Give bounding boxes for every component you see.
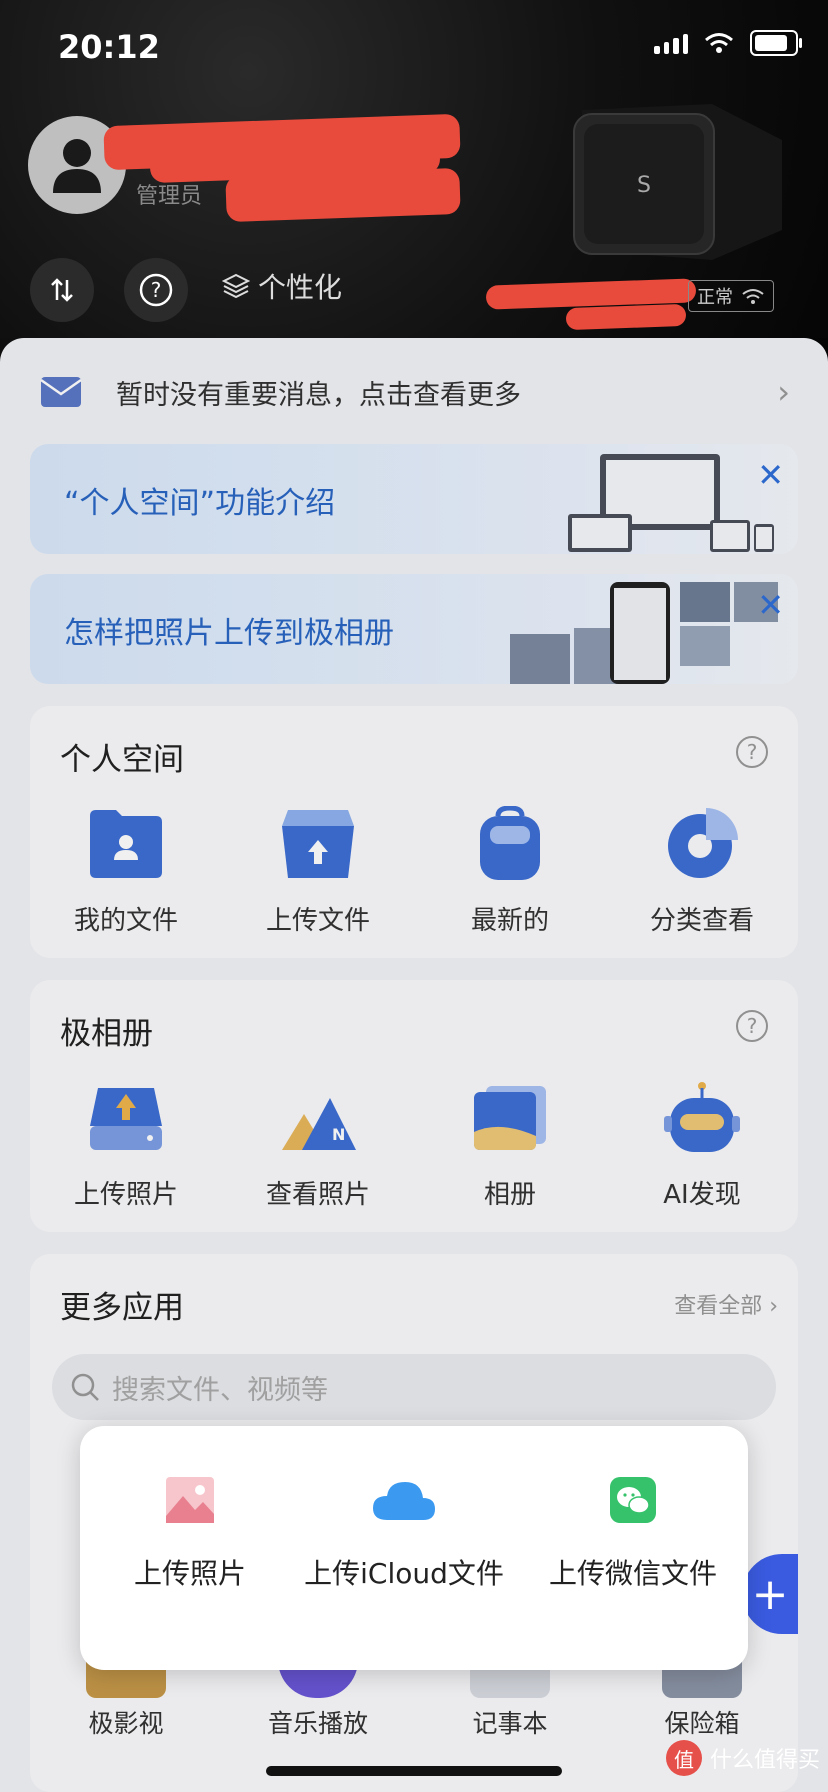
option-label: 上传微信文件 bbox=[548, 1557, 717, 1590]
upload-popup: 上传照片 上传iCloud文件 上传微信文件 bbox=[80, 1426, 748, 1670]
icloud-icon bbox=[373, 1482, 435, 1520]
personalize-label: 个性化 bbox=[258, 271, 343, 304]
watermark-logo: 值 bbox=[665, 1740, 702, 1776]
status-icons bbox=[654, 30, 802, 56]
upload-wechat-option[interactable]: 上传微信文件 bbox=[548, 1476, 718, 1592]
home-indicator bbox=[266, 1766, 562, 1776]
redacted-account bbox=[225, 167, 461, 223]
status-time: 20:12 bbox=[58, 28, 160, 66]
wifi-icon bbox=[705, 33, 733, 53]
signal-icon bbox=[654, 32, 688, 54]
watermark-text: 什么值得买 bbox=[709, 1748, 820, 1773]
help-button[interactable]: ? bbox=[124, 258, 188, 322]
photo-icon bbox=[166, 1477, 214, 1523]
device-status-badge: 正常 bbox=[688, 280, 774, 312]
layers-icon bbox=[222, 273, 250, 299]
personalize-button[interactable]: 个性化 bbox=[222, 266, 342, 306]
option-label: 上传iCloud文件 bbox=[304, 1557, 504, 1590]
watermark: 值 什么值得买 bbox=[665, 1740, 820, 1776]
redacted-device-name bbox=[565, 303, 687, 331]
option-label: 上传照片 bbox=[133, 1557, 246, 1590]
transfer-button[interactable] bbox=[30, 258, 94, 322]
battery-icon bbox=[750, 30, 802, 56]
user-icon bbox=[53, 139, 101, 193]
upload-photo-option[interactable]: 上传照片 bbox=[110, 1476, 270, 1592]
svg-text:?: ? bbox=[151, 278, 162, 302]
device-status-text: 正常 bbox=[697, 287, 733, 308]
transfer-arrows-icon bbox=[51, 278, 73, 302]
upload-icloud-option[interactable]: 上传iCloud文件 bbox=[304, 1476, 504, 1592]
device-image: S bbox=[573, 104, 782, 260]
wifi-icon bbox=[742, 289, 764, 304]
question-icon: ? bbox=[139, 273, 173, 307]
wechat-icon bbox=[610, 1477, 656, 1523]
user-role: 管理员 bbox=[136, 184, 203, 209]
svg-text:S: S bbox=[637, 173, 651, 198]
